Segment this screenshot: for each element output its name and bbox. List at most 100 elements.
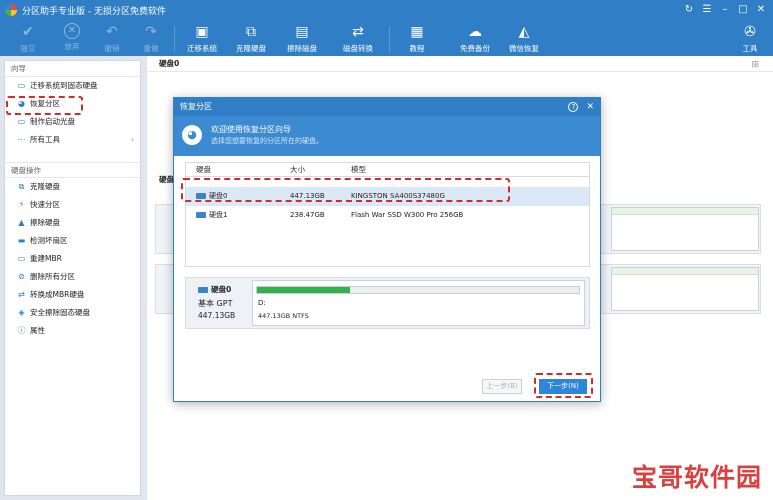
more-icon: ⋯: [17, 135, 26, 144]
window-controls: ↻ ☰ – □ ✕: [681, 2, 769, 17]
sidebar-item-properties[interactable]: ⓘ 属性: [5, 322, 140, 340]
wipe-disk-label: 擦除磁盘: [287, 44, 317, 53]
disk-preview: 硬盘0 基本 GPT 447.13GB D: 447.13GB NTFS: [185, 277, 590, 329]
dialog-controls: ? ✕: [568, 98, 594, 116]
row-disk-size: 238.47GB: [290, 211, 325, 219]
disk-list-label: 硬盘: [159, 175, 174, 184]
redo-button[interactable]: ↷ 重做: [129, 22, 173, 56]
toolbar: ✔ 提交 ✕ 放弃 ↶ 撤销 ↷ 重做 ▣ 迁移系统 ⧉ 克隆硬盘 ▤ 擦除磁盘…: [0, 20, 773, 56]
partition-usage-fill: [257, 287, 351, 293]
backup-button[interactable]: ☁ 免费备份: [453, 22, 497, 56]
table-row-disk1[interactable]: 硬盘1 238.47GB Flash War SSD W300 Pro 256G…: [186, 206, 589, 225]
undo-label: 撤销: [104, 44, 120, 53]
sidebar: 向导 ▭ 迁移系统到固态硬盘 ◕ 恢复分区 ▭ 制作启动光盘 ⋯ 所有工具 › 硬盘操作…: [4, 60, 141, 496]
toolbar-separator: [389, 26, 390, 52]
view-grid-icon[interactable]: ⊞: [751, 60, 759, 70]
maximize-icon[interactable]: □: [735, 2, 751, 17]
wizard-section-title: 向导: [5, 61, 140, 77]
migrate-icon: ▭: [17, 81, 26, 90]
sidebar-item-secure-erase[interactable]: ◈ 安全擦除固态硬盘: [5, 304, 140, 322]
recover-wizard-icon: ◕: [182, 125, 202, 145]
sidebar-item-wipe-disk[interactable]: ▲ 擦除硬盘: [5, 214, 140, 232]
secure-erase-icon: ◈: [18, 308, 25, 317]
backup-label: 免费备份: [460, 44, 490, 53]
sidebar-item-label: 快速分区: [30, 200, 60, 209]
discard-icon: ✕: [64, 23, 80, 39]
sidebar-item-boot-disc[interactable]: ▭ 制作启动光盘: [5, 113, 140, 131]
row-disk-name: 硬盘1: [196, 206, 227, 225]
tools-icon: ✇: [744, 24, 756, 40]
preview-disk-size: 447.13GB: [198, 311, 236, 320]
sidebar-item-migrate-ssd[interactable]: ▭ 迁移系统到固态硬盘: [5, 77, 140, 95]
convert-disk-label: 磁盘转换: [343, 44, 373, 53]
convert-disk-button[interactable]: ⇄ 磁盘转换: [336, 22, 380, 56]
clone-disk-button[interactable]: ⧉ 克隆硬盘: [229, 22, 273, 56]
wipe-disk-button[interactable]: ▤ 擦除磁盘: [280, 22, 324, 56]
sidebar-item-clone-disk[interactable]: ⧉ 克隆硬盘: [5, 178, 140, 196]
dialog-title: 恢复分区: [180, 102, 212, 111]
column-header-disk: 硬盘: [196, 165, 211, 174]
close-icon[interactable]: ✕: [753, 2, 769, 17]
tutorial-button[interactable]: ▦ 教程: [395, 22, 439, 56]
tutorial-label: 教程: [409, 44, 425, 53]
undo-button[interactable]: ↶ 撤销: [90, 22, 134, 56]
sidebar-item-convert-mbr[interactable]: ⇄ 转换成MBR硬盘: [5, 286, 140, 304]
toolbar-separator: [174, 26, 175, 52]
commit-button[interactable]: ✔ 提交: [6, 22, 50, 56]
sidebar-item-label: 所有工具: [30, 135, 60, 144]
preview-disk-name: 硬盘0: [198, 284, 235, 295]
disk-icon: [198, 287, 208, 293]
banner-subtitle: 选择您想要恢复的分区所在的硬盘。: [211, 137, 323, 145]
partition-usage-bar: [612, 268, 758, 275]
table-header: 硬盘 大小 模型: [186, 163, 589, 177]
sidebar-item-delete-all[interactable]: ⊘ 删除所有分区: [5, 268, 140, 286]
wechat-recovery-button[interactable]: ◭ 微信恢复: [502, 22, 546, 56]
next-button-highlight: [534, 373, 593, 398]
sidebar-item-all-tools[interactable]: ⋯ 所有工具 ›: [5, 131, 140, 149]
partition-info: 447.13GB NTFS: [258, 312, 309, 320]
preview-partition[interactable]: D: 447.13GB NTFS: [252, 280, 585, 326]
migrate-os-label: 迁移系统: [187, 44, 217, 53]
disk0-header: 硬盘0: [147, 56, 773, 72]
wipe-disk-icon: ▤: [295, 24, 309, 40]
partition-block[interactable]: [611, 207, 759, 251]
sidebar-item-quick-partition[interactable]: ⚡ 快速分区: [5, 196, 140, 214]
redo-label: 重做: [143, 44, 159, 53]
back-button[interactable]: 上一步(B): [482, 379, 522, 394]
sidebar-item-bad-sector[interactable]: ▬ 检测坏扇区: [5, 232, 140, 250]
chevron-right-icon: ›: [131, 135, 134, 144]
sidebar-item-label: 转换成MBR硬盘: [30, 290, 85, 299]
clone-disk-icon: ⧉: [246, 24, 256, 40]
column-header-model: 模型: [351, 165, 366, 174]
partition-usage-bar: [612, 208, 758, 215]
help-icon[interactable]: ?: [568, 102, 579, 112]
boot-disc-icon: ▭: [17, 117, 26, 126]
refresh-icon[interactable]: ↻: [681, 2, 697, 17]
sidebar-item-rebuild-mbr[interactable]: ▭ 重建MBR: [5, 250, 140, 268]
preview-disk-name-text: 硬盘0: [211, 285, 232, 294]
app-logo-icon: [5, 4, 17, 16]
sidebar-item-label: 属性: [30, 326, 45, 335]
wechat-recovery-label: 微信恢复: [509, 44, 539, 53]
undo-icon: ↶: [106, 24, 118, 40]
sidebar-item-label: 制作启动光盘: [30, 117, 75, 126]
menu-icon[interactable]: ☰: [699, 2, 715, 17]
discard-button[interactable]: ✕ 放弃: [50, 22, 94, 56]
migrate-os-button[interactable]: ▣ 迁移系统: [180, 22, 224, 56]
sidebar-item-label: 重建MBR: [30, 254, 62, 263]
watermark: 宝哥软件园: [627, 452, 765, 492]
sidebar-item-label: 检测坏扇区: [30, 236, 68, 245]
recover-partition-highlight: [6, 96, 83, 115]
preview-disk-type: 基本 GPT: [198, 299, 233, 308]
minimize-icon[interactable]: –: [717, 2, 733, 17]
disk1-name: 硬盘1: [209, 211, 228, 219]
bad-sector-icon: ▬: [17, 236, 26, 245]
sidebar-item-label: 迁移系统到固态硬盘: [30, 81, 98, 90]
dialog-close-icon[interactable]: ✕: [586, 98, 594, 116]
partition-block[interactable]: [611, 267, 759, 311]
commit-label: 提交: [20, 44, 36, 53]
tools-button[interactable]: ✇ 工具: [728, 22, 772, 56]
banner-title: 欢迎使用恢复分区向导: [211, 125, 291, 134]
tutorial-icon: ▦: [410, 24, 424, 40]
sidebar-item-label: 克隆硬盘: [30, 182, 60, 191]
